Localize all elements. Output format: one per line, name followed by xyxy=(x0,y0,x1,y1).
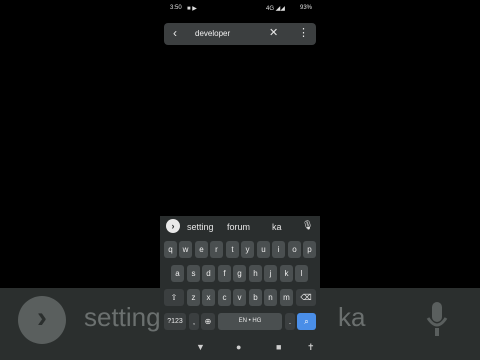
key-x[interactable]: x xyxy=(202,289,215,306)
bg-mic-icon xyxy=(426,302,448,336)
keyboard: › setting forum ka 🎙 q w e r t y u i o p… xyxy=(160,216,320,334)
suggestion-setting[interactable]: setting xyxy=(187,222,214,232)
key-k[interactable]: k xyxy=(280,265,293,282)
backspace-key[interactable]: ⌫ xyxy=(296,289,316,306)
key-w[interactable]: w xyxy=(179,241,192,258)
suggestion-strip: › setting forum ka 🎙 xyxy=(160,216,320,236)
status-time: 3:50 xyxy=(170,5,182,11)
home-nav-icon[interactable]: ● xyxy=(236,342,241,352)
globe-icon[interactable]: ⊕ xyxy=(201,313,215,330)
key-b[interactable]: b xyxy=(249,289,262,306)
navigation-bar: ▼ ● ■ ✝ xyxy=(160,334,320,360)
key-f[interactable]: f xyxy=(218,265,231,282)
key-j[interactable]: j xyxy=(264,265,277,282)
status-battery: 93% xyxy=(300,5,313,11)
key-i[interactable]: i xyxy=(272,241,285,258)
suggestion-ka[interactable]: ka xyxy=(272,222,282,232)
notification-icons: ■ ▶ xyxy=(187,6,197,12)
key-o[interactable]: o xyxy=(288,241,301,258)
expand-chevron-icon[interactable]: › xyxy=(166,219,180,233)
recents-nav-icon[interactable]: ■ xyxy=(276,342,281,352)
key-g[interactable]: g xyxy=(233,265,246,282)
suggestion-forum[interactable]: forum xyxy=(227,222,250,232)
key-q[interactable]: q xyxy=(164,241,177,258)
key-y[interactable]: y xyxy=(241,241,254,258)
key-l[interactable]: l xyxy=(295,265,308,282)
key-r[interactable]: r xyxy=(210,241,223,258)
phone-screen: 3:50 ■ ▶ 4G ◢◢ 93% ‹ developer ✕ ⋮ › set… xyxy=(160,0,320,360)
key-e[interactable]: e xyxy=(195,241,208,258)
accessibility-icon[interactable]: ✝ xyxy=(307,342,315,353)
search-bar[interactable]: ‹ developer ✕ ⋮ xyxy=(164,23,316,45)
back-arrow-icon[interactable]: ‹ xyxy=(173,26,177,40)
status-bar: 3:50 ■ ▶ 4G ◢◢ 93% xyxy=(160,0,320,18)
key-a[interactable]: a xyxy=(171,265,184,282)
bg-chevron-icon: › xyxy=(18,296,66,344)
key-h[interactable]: h xyxy=(249,265,262,282)
key-z[interactable]: z xyxy=(187,289,200,306)
search-key[interactable]: ⌕ xyxy=(297,313,316,330)
key-d[interactable]: d xyxy=(202,265,215,282)
symbols-key[interactable]: ?123 xyxy=(164,313,186,330)
clear-icon[interactable]: ✕ xyxy=(269,26,278,39)
bg-suggestion-word: setting xyxy=(84,302,161,332)
key-c[interactable]: c xyxy=(218,289,231,306)
key-v[interactable]: v xyxy=(233,289,246,306)
period-key[interactable]: . xyxy=(285,313,295,330)
key-p[interactable]: p xyxy=(303,241,316,258)
key-m[interactable]: m xyxy=(280,289,293,306)
space-bar[interactable]: EN • HG xyxy=(218,313,282,330)
back-nav-icon[interactable]: ▼ xyxy=(196,342,205,352)
key-n[interactable]: n xyxy=(264,289,277,306)
key-s[interactable]: s xyxy=(187,265,200,282)
key-t[interactable]: t xyxy=(226,241,239,258)
shift-key[interactable]: ⇧ xyxy=(164,289,184,306)
bg-suggestion-word: ka xyxy=(338,302,366,332)
more-options-icon[interactable]: ⋮ xyxy=(298,26,309,39)
key-u[interactable]: u xyxy=(257,241,270,258)
comma-key[interactable]: , xyxy=(189,313,199,330)
status-network: 4G ◢◢ xyxy=(266,6,285,12)
search-input[interactable]: developer xyxy=(195,29,230,38)
mic-icon[interactable]: 🎙 xyxy=(302,220,313,231)
